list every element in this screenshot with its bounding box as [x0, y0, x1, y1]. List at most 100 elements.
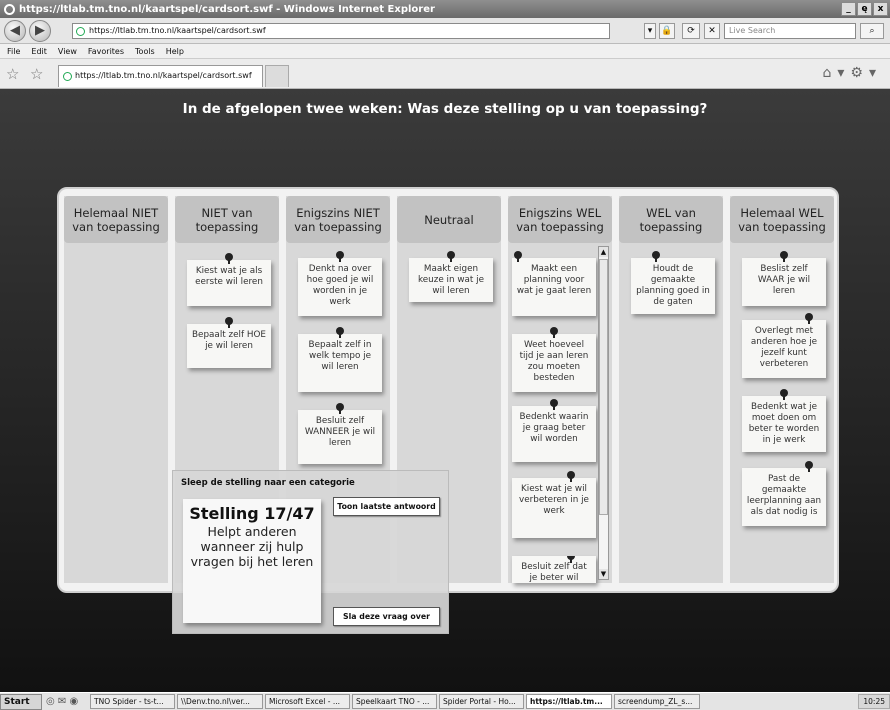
question-heading: In de afgelopen twee weken: Was deze ste… [182, 101, 708, 117]
taskbar-item[interactable]: Speelkaart TNO - ... [352, 694, 437, 709]
add-favorite-icon[interactable]: ☆ [30, 65, 43, 83]
refresh-button[interactable]: ⟳ [682, 23, 700, 39]
statement-card[interactable]: Kiest wat je wil verbeteren in je werk [512, 471, 596, 538]
statement-card[interactable]: Bedenkt wat je moet doen om beter te wor… [742, 389, 826, 452]
card-text: Bedenkt wat je moet doen om beter te wor… [748, 402, 820, 445]
statement-text: Helpt anderen wanneer zij hulp vragen bi… [190, 524, 314, 569]
pushpin-icon [447, 251, 455, 262]
card-text: Bepaalt zelf HOE je wil leren [192, 330, 266, 351]
pushpin-icon [780, 389, 788, 400]
stop-button[interactable]: ✕ [704, 23, 720, 39]
taskbar-item[interactable]: \\Denv.tno.nl\ver... [177, 694, 263, 709]
home-and-tools-icons[interactable]: ⌂▾⚙▾ [823, 65, 883, 81]
drag-instruction: Sleep de stelling naar een categorie [181, 478, 355, 488]
statement-card[interactable]: Overlegt met anderen hoe je jezelf kunt … [742, 313, 826, 378]
skip-question-button[interactable]: Sla deze vraag over [333, 607, 440, 626]
card-text: Houdt de gemaakte planning goed in de ga… [636, 264, 710, 307]
forward-button[interactable]: ▶ [29, 20, 51, 42]
column-scrollbar[interactable]: ▲ ▼ [598, 246, 609, 580]
statement-card[interactable]: Maakt eigen keuze in wat je wil leren [409, 251, 493, 302]
pushpin-icon [336, 327, 344, 338]
scrollbar-thumb[interactable] [599, 259, 608, 515]
menu-view[interactable]: View [58, 44, 77, 58]
address-url: https://ltlab.tm.tno.nl/kaartspel/cardso… [89, 26, 266, 35]
window-title: https://ltlab.tm.tno.nl/kaartspel/cardso… [19, 3, 435, 15]
search-placeholder: Live Search [729, 26, 776, 35]
new-tab-button[interactable] [265, 65, 289, 87]
menu-file[interactable]: File [7, 44, 20, 58]
current-statement-card[interactable]: Stelling 17/47 Helpt anderen wanneer zij… [183, 499, 321, 623]
column-wel[interactable]: WEL van toepassing Houdt de gemaakte pla… [619, 196, 723, 583]
window-titlebar: https://ltlab.tm.tno.nl/kaartspel/cardso… [0, 0, 890, 18]
menu-bar: File Edit View Favorites Tools Help [0, 44, 890, 59]
pushpin-icon [780, 251, 788, 262]
address-bar[interactable]: https://ltlab.tm.tno.nl/kaartspel/cardso… [72, 23, 610, 39]
column-helemaal-wel[interactable]: Helemaal WEL van toepassing Beslist zelf… [730, 196, 834, 583]
pushpin-icon [652, 251, 661, 262]
close-button[interactable]: x [873, 2, 888, 16]
statement-card[interactable]: Besluit zelf WANNEER je wil leren [298, 403, 382, 464]
system-tray: 10:25 [858, 694, 890, 709]
card-text: Maakt een planning voor wat je gaat lere… [516, 264, 592, 296]
lock-icon[interactable]: 🔒 [659, 23, 675, 39]
card-text: Weet hoeveel tijd je aan leren zou moete… [519, 340, 589, 383]
statement-card[interactable]: Maakt een planning voor wat je gaat lere… [512, 251, 596, 316]
back-arrow-icon: ◀ [10, 23, 20, 38]
tab-label: https://ltlab.tm.tno.nl/kaartspel/cardso… [75, 71, 252, 80]
tab-cardsort[interactable]: https://ltlab.tm.tno.nl/kaartspel/cardso… [58, 65, 263, 87]
page-favicon-icon [76, 27, 85, 36]
start-button[interactable]: Start [0, 693, 42, 710]
column-header: Neutraal [397, 196, 501, 243]
restore-button[interactable]: ę [857, 2, 872, 16]
forward-arrow-icon: ▶ [35, 23, 45, 38]
taskbar-item[interactable]: screendump_ZL_s... [614, 694, 700, 709]
menu-edit[interactable]: Edit [31, 44, 47, 58]
tab-row: ☆ ☆ https://ltlab.tm.tno.nl/kaartspel/ca… [0, 59, 890, 89]
pushpin-icon [805, 461, 814, 472]
card-text: Beslist zelf WAAR je wil leren [757, 264, 811, 296]
column-helemaal-niet[interactable]: Helemaal NIET van toepassing [64, 196, 168, 583]
menu-tools[interactable]: Tools [135, 44, 155, 58]
search-input[interactable]: Live Search [724, 23, 856, 39]
statement-card[interactable]: Denkt na over hoe goed je wil worden in … [298, 251, 382, 316]
card-text: Bepaalt zelf in welk tempo je wil leren [308, 340, 372, 372]
column-header: Helemaal WEL van toepassing [730, 196, 834, 243]
card-text: Maakt eigen keuze in wat je wil leren [417, 264, 485, 296]
statement-card[interactable]: Bepaalt zelf HOE je wil leren [187, 317, 271, 368]
scroll-down-arrow-icon[interactable]: ▼ [599, 569, 608, 579]
address-dropdown-button[interactable]: ▾ [644, 23, 656, 39]
ie-logo-icon [4, 3, 15, 15]
clock[interactable]: 10:25 [863, 697, 885, 706]
card-text: Past de gemaakte leerplanning aan als da… [746, 474, 822, 517]
magnifier-icon: ⌕ [869, 26, 875, 36]
taskbar-item[interactable]: Spider Portal - Ho... [439, 694, 524, 709]
card-text: Kiest wat je wil verbeteren in je werk [519, 484, 589, 516]
address-toolbar: ◀ ▶ https://ltlab.tm.tno.nl/kaartspel/ca… [0, 18, 890, 44]
taskbar-item-active[interactable]: https://ltlab.tm... [526, 694, 612, 709]
statement-card[interactable]: Past de gemaakte leerplanning aan als da… [742, 461, 826, 526]
statement-card[interactable]: Besluit zelf dat je beter wil worden [512, 556, 596, 583]
menu-help[interactable]: Help [166, 44, 184, 58]
back-button[interactable]: ◀ [4, 20, 26, 42]
statement-card[interactable]: Beslist zelf WAAR je wil leren [742, 251, 826, 306]
statement-card[interactable]: Weet hoeveel tijd je aan leren zou moete… [512, 327, 596, 392]
column-enigszins-wel[interactable]: Enigszins WEL van toepassing Maakt een p… [508, 196, 612, 583]
favorites-star-icon[interactable]: ☆ [6, 65, 19, 83]
scroll-up-arrow-icon[interactable]: ▲ [599, 247, 608, 257]
card-text: Denkt na over hoe goed je wil worden in … [306, 264, 374, 307]
statement-card[interactable]: Bedenkt waarin je graag beter wil worden [512, 399, 596, 462]
show-last-answer-button[interactable]: Toon laatste antwoord [333, 497, 440, 516]
quick-launch-icons[interactable]: ◎ ✉ ◉ [46, 696, 90, 707]
menu-favorites[interactable]: Favorites [88, 44, 124, 58]
statement-card[interactable]: Houdt de gemaakte planning goed in de ga… [631, 251, 715, 314]
taskbar-item[interactable]: TNO Spider - ts-t... [90, 694, 175, 709]
minimize-button[interactable]: _ [841, 2, 856, 16]
search-button[interactable]: ⌕ [860, 23, 884, 39]
card-text: Bedenkt waarin je graag beter wil worden [519, 412, 589, 444]
pushpin-icon [566, 471, 575, 482]
tab-favicon-icon [63, 72, 72, 81]
statement-card[interactable]: Kiest wat je als eerste wil leren [187, 253, 271, 306]
statement-card[interactable]: Bepaalt zelf in welk tempo je wil leren [298, 327, 382, 392]
taskbar-item[interactable]: Microsoft Excel - ... [265, 694, 350, 709]
card-text: Kiest wat je als eerste wil leren [195, 266, 263, 287]
